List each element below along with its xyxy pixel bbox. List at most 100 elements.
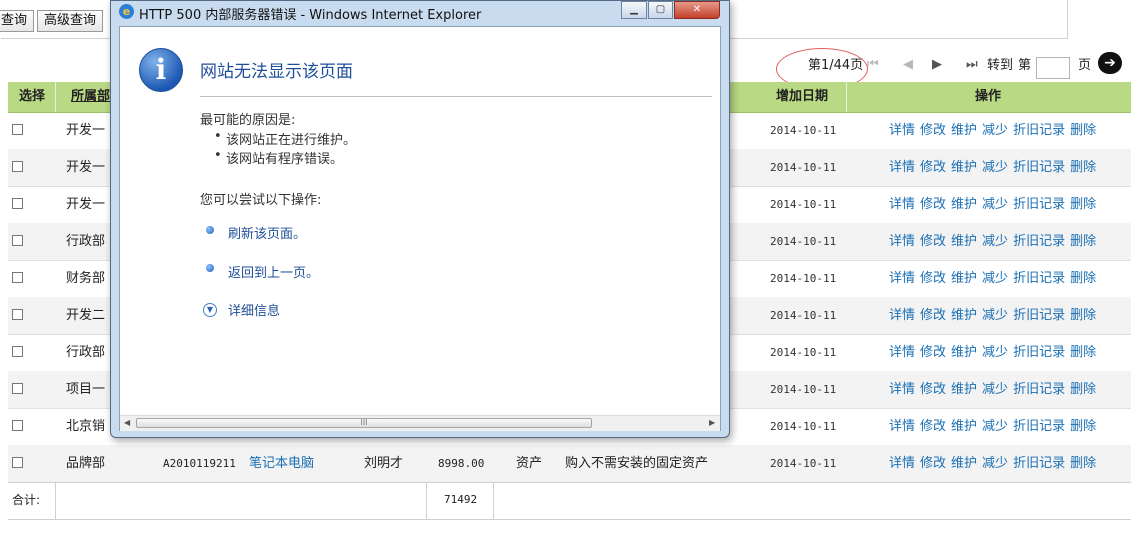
next-page-icon[interactable]: ▶ [932,57,942,72]
action-link[interactable]: 折旧记录 [1013,382,1065,397]
action-link[interactable]: 详情 [889,123,915,138]
action-link[interactable]: 删除 [1070,345,1096,360]
row-checkbox[interactable] [12,309,23,320]
action-link[interactable]: 折旧记录 [1013,197,1065,212]
ie-window[interactable]: e HTTP 500 内部服务器错误 - Windows Internet Ex… [110,0,730,438]
action-link[interactable]: 修改 [920,345,946,360]
action-link[interactable]: 详情 [889,456,915,471]
action-link[interactable]: 维护 [951,382,977,397]
action-link[interactable]: 修改 [920,419,946,434]
row-checkbox[interactable] [12,161,23,172]
row-checkbox[interactable] [12,383,23,394]
action-link[interactable]: 折旧记录 [1013,308,1065,323]
action-link[interactable]: 减少 [982,271,1008,286]
row-checkbox[interactable] [12,235,23,246]
action-link[interactable]: 维护 [951,234,977,249]
action-link[interactable]: 删除 [1070,456,1096,471]
action-link[interactable]: 折旧记录 [1013,345,1065,360]
action-link[interactable]: 折旧记录 [1013,160,1065,175]
row-checkbox[interactable] [12,272,23,283]
action-link[interactable]: 减少 [982,123,1008,138]
row-checkbox[interactable] [12,124,23,135]
refresh-link[interactable]: 刷新该页面。 [228,223,306,242]
action-link[interactable]: 删除 [1070,382,1096,397]
action-link[interactable]: 详情 [889,419,915,434]
action-link[interactable]: 维护 [951,197,977,212]
close-button[interactable]: ✕ [674,1,720,19]
action-link[interactable]: 详情 [889,345,915,360]
department-cell: 项目一 [66,382,106,397]
action-link[interactable]: 减少 [982,382,1008,397]
page-number-input[interactable] [1036,57,1070,79]
actions-cell: 详情 修改 维护 减少 折旧记录 删除 [889,334,1101,371]
action-link[interactable]: 修改 [920,456,946,471]
action-link[interactable]: 减少 [982,308,1008,323]
go-button[interactable]: ➔ [1098,52,1122,74]
action-link[interactable]: 减少 [982,456,1008,471]
action-link[interactable]: 删除 [1070,271,1096,286]
person-cell: 刘明才 [364,456,404,471]
action-link[interactable]: 详情 [889,197,915,212]
back-link[interactable]: 返回到上一页。 [228,262,319,281]
scroll-right-icon[interactable]: ▶ [709,418,715,427]
prev-page-icon[interactable]: ◀ [903,57,913,72]
header-department[interactable]: 所属部 [71,82,110,112]
action-link[interactable]: 折旧记录 [1013,271,1065,286]
action-link[interactable]: 详情 [889,271,915,286]
row-checkbox[interactable] [12,457,23,468]
page-suffix: 页 [1078,58,1092,73]
action-link[interactable]: 修改 [920,160,946,175]
arrow-right-icon: ➔ [1104,55,1116,71]
action-link[interactable]: 折旧记录 [1013,419,1065,434]
action-link[interactable]: 详情 [889,160,915,175]
header-add-date[interactable]: 增加日期 [776,82,828,112]
action-link[interactable]: 修改 [920,308,946,323]
department-cell: 行政部 [66,234,106,249]
action-link[interactable]: 删除 [1070,234,1096,249]
action-link[interactable]: 维护 [951,345,977,360]
action-link[interactable]: 修改 [920,382,946,397]
row-checkbox[interactable] [12,420,23,431]
horizontal-scrollbar[interactable]: ◀ III ▶ [120,415,720,431]
action-link[interactable]: 修改 [920,234,946,249]
scrollbar-thumb[interactable]: III [136,418,592,428]
action-link[interactable]: 减少 [982,197,1008,212]
action-link[interactable]: 折旧记录 [1013,123,1065,138]
row-checkbox[interactable] [12,198,23,209]
action-link[interactable]: 减少 [982,345,1008,360]
minimize-button[interactable]: ▁ [621,1,647,19]
action-link[interactable]: 维护 [951,419,977,434]
action-link[interactable]: 详情 [889,308,915,323]
action-link[interactable]: 维护 [951,456,977,471]
action-link[interactable]: 删除 [1070,123,1096,138]
action-link[interactable]: 减少 [982,419,1008,434]
advanced-query-button[interactable]: 高级查询 [37,10,104,32]
action-link[interactable]: 减少 [982,160,1008,175]
action-link[interactable]: 维护 [951,160,977,175]
first-page-icon[interactable]: ⏮ [867,57,879,72]
action-link[interactable]: 修改 [920,197,946,212]
action-link[interactable]: 删除 [1070,160,1096,175]
action-link[interactable]: 修改 [920,271,946,286]
last-page-icon[interactable]: ⏭ [966,57,978,72]
action-link[interactable]: 删除 [1070,419,1096,434]
action-link[interactable]: 减少 [982,234,1008,249]
maximize-button[interactable]: ▢ [648,1,673,19]
expand-chevron-icon[interactable]: ▼ [203,303,217,317]
scroll-left-icon[interactable]: ◀ [124,418,130,427]
query-button[interactable]: 查询 [0,10,35,32]
action-link[interactable]: 修改 [920,123,946,138]
action-link[interactable]: 折旧记录 [1013,234,1065,249]
action-link[interactable]: 维护 [951,308,977,323]
action-link[interactable]: 删除 [1070,197,1096,212]
action-link[interactable]: 详情 [889,234,915,249]
actions-cell: 详情 修改 维护 减少 折旧记录 删除 [889,260,1101,297]
action-link[interactable]: 详情 [889,382,915,397]
row-checkbox[interactable] [12,346,23,357]
asset-name-link[interactable]: 笔记本电脑 [249,445,314,482]
action-link[interactable]: 维护 [951,123,977,138]
action-link[interactable]: 维护 [951,271,977,286]
action-link[interactable]: 删除 [1070,308,1096,323]
action-link[interactable]: 折旧记录 [1013,456,1065,471]
details-link[interactable]: 详细信息 [228,300,280,319]
